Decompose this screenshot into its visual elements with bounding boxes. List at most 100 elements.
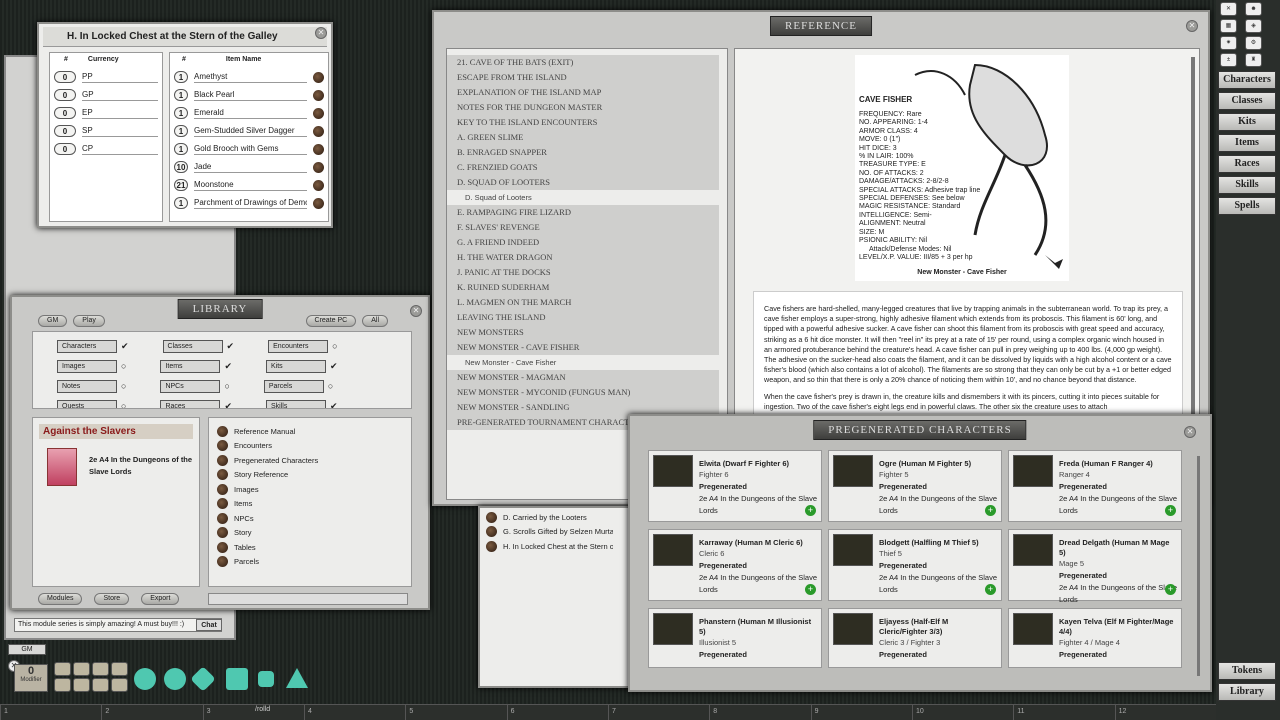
entry-label[interactable]: Parcels — [234, 557, 259, 566]
pregen-card[interactable]: Kayen Telva (Elf M Fighter/Mage 4/4) Figh… — [1008, 608, 1182, 668]
currency-row[interactable]: 0 EP — [54, 104, 158, 122]
sidebar-items[interactable]: Items — [1218, 134, 1276, 152]
parcel-label[interactable]: G. Scrolls Gifted by Selzen Murtan — [503, 527, 613, 536]
add-character-icon[interactable]: + — [985, 505, 996, 516]
library-entry[interactable]: Images — [217, 482, 403, 497]
hotkey-slot[interactable] — [73, 678, 90, 692]
module-cover-icon[interactable] — [47, 448, 77, 486]
effects-icon[interactable]: ♜ — [1245, 53, 1262, 67]
item-row[interactable]: 10 Jade — [174, 158, 324, 176]
entry-label[interactable]: Story — [234, 528, 252, 537]
pregen-card[interactable]: Karraway (Human M Cleric 6) Cleric 6 Prege… — [648, 529, 822, 601]
library-entry[interactable]: Story — [217, 526, 403, 541]
parcel-window[interactable]: D. Carried by the Looters G. Scrolls Gif… — [478, 506, 634, 688]
toc-item[interactable]: J. PANIC AT THE DOCKS — [447, 265, 719, 280]
library-entry[interactable]: Reference Manual — [217, 424, 403, 439]
pregen-card[interactable]: Freda (Human F Ranger 4) Ranger 4 Pregener… — [1008, 450, 1182, 522]
store-button[interactable]: Store — [94, 593, 130, 605]
item-row[interactable]: 1 Emerald — [174, 104, 324, 122]
item-count[interactable]: 10 — [174, 161, 188, 173]
pregen-window[interactable]: PREGENERATED CHARACTERS ✕ Elwita (Dwarf … — [628, 414, 1212, 692]
item-name[interactable]: Amethyst — [194, 72, 307, 83]
entry-label[interactable]: Items — [234, 499, 252, 508]
filter-encounters[interactable]: Encounters — [268, 339, 329, 353]
library-entry[interactable]: Parcels — [217, 555, 403, 570]
toc-item[interactable]: NEW MONSTER - MAGMAN — [447, 370, 719, 385]
toc-item[interactable]: E. RAMPAGING FIRE LIZARD — [447, 205, 719, 220]
filter-characters[interactable]: Characters — [57, 339, 117, 353]
export-button[interactable]: Export — [141, 593, 180, 605]
filter-images[interactable]: Images — [57, 359, 117, 373]
library-search-input[interactable] — [208, 593, 408, 605]
toc-item[interactable]: H. THE WATER DRAGON — [447, 250, 719, 265]
tab-play[interactable]: Play — [73, 315, 105, 327]
item-row[interactable]: 21 Moonstone — [174, 176, 324, 194]
item-count[interactable]: 1 — [174, 143, 188, 155]
sidebar-tokens[interactable]: Tokens — [1218, 662, 1276, 680]
library-entry[interactable]: Encounters — [217, 439, 403, 454]
link-icon[interactable] — [313, 89, 324, 101]
toc-item[interactable]: NEW MONSTER - CAVE FISHER — [447, 340, 719, 355]
toc-item[interactable]: D. SQUAD OF LOOTERS — [447, 175, 719, 190]
all-button[interactable]: All — [362, 315, 388, 327]
toc-item[interactable]: K. RUINED SUDERHAM — [447, 280, 719, 295]
parcel-label[interactable]: D. Carried by the Looters — [503, 513, 587, 522]
currency-amount[interactable]: 0 — [54, 143, 76, 155]
add-character-icon[interactable]: + — [1165, 584, 1176, 595]
toc-item[interactable]: 21. CAVE OF THE BATS (EXIT) — [447, 55, 719, 70]
toc-item[interactable]: KEY TO THE ISLAND ENCOUNTERS — [447, 115, 719, 130]
currency-row[interactable]: 0 SP — [54, 122, 158, 140]
calendar-icon[interactable]: ▦ — [1220, 19, 1237, 33]
close-icon[interactable]: ✕ — [410, 305, 422, 317]
link-icon[interactable] — [313, 125, 324, 137]
add-character-icon[interactable]: + — [805, 584, 816, 595]
toc-item[interactable]: A. GREEN SLIME — [447, 130, 719, 145]
toc-item[interactable]: L. MAGMEN ON THE MARCH — [447, 295, 719, 310]
item-name[interactable]: Gold Brooch with Gems — [194, 144, 307, 155]
item-name[interactable]: Moonstone — [194, 180, 307, 191]
chat-send-button[interactable]: Chat — [196, 619, 222, 631]
filter-races[interactable]: Races — [160, 399, 221, 408]
parcel-item[interactable]: D. Carried by the Looters — [486, 510, 626, 525]
filter-skills[interactable]: Skills — [265, 399, 326, 408]
hotkey-slot[interactable] — [73, 662, 90, 676]
hotkey-slot[interactable]: 1 — [0, 705, 101, 720]
hotkey-slot[interactable] — [54, 662, 71, 676]
pregen-card[interactable]: Blodgett (Halfling M Thief 5) Thief 5 Preg… — [828, 529, 1002, 601]
toc-item[interactable]: F. SLAVES' REVENGE — [447, 220, 719, 235]
link-icon[interactable] — [313, 179, 324, 191]
item-name[interactable]: Emerald — [194, 108, 307, 119]
filter-parcels[interactable]: Parcels — [263, 379, 324, 393]
toc-item[interactable]: NEW MONSTER - SANDLING — [447, 400, 719, 415]
light-icon[interactable]: ✷ — [1220, 36, 1237, 50]
create-pc-button[interactable]: Create PC — [305, 315, 357, 327]
toc-item[interactable]: ESCAPE FROM THE ISLAND — [447, 70, 719, 85]
pregen-card[interactable]: Eljayess (Half-Elf M Cleric/Fighter 3/3)… — [828, 608, 1002, 668]
hotkey-slot[interactable]: 4 — [303, 705, 405, 720]
toc-item[interactable]: LEAVING THE ISLAND — [447, 310, 719, 325]
currency-row[interactable]: 0 PP — [54, 68, 158, 86]
gm-identity[interactable]: GM — [8, 644, 46, 655]
hotkey-slot[interactable]: 9 — [810, 705, 912, 720]
item-row[interactable]: 1 Parchment of Drawings of Demons — [174, 194, 324, 212]
toc-item[interactable]: NEW MONSTER - MYCONID (FUNGUS MAN) — [447, 385, 719, 400]
add-character-icon[interactable]: + — [1165, 505, 1176, 516]
filter-classes[interactable]: Classes — [162, 339, 223, 353]
entry-label[interactable]: Tables — [234, 543, 256, 552]
hotkey-slot[interactable] — [111, 678, 128, 692]
currency-amount[interactable]: 0 — [54, 107, 76, 119]
d8-die-icon[interactable] — [226, 668, 248, 690]
link-icon[interactable] — [313, 143, 324, 155]
library-window[interactable]: LIBRARY ✕ GM Play Create PC All Characte… — [10, 295, 430, 610]
currency-amount[interactable]: 0 — [54, 89, 76, 101]
sidebar-skills[interactable]: Skills — [1218, 176, 1276, 194]
toc-item[interactable]: NEW MONSTERS — [447, 325, 719, 340]
library-entry[interactable]: Story Reference — [217, 468, 403, 483]
hotkey-slot[interactable]: 12 — [1114, 705, 1216, 720]
pregen-card[interactable]: Dread Delgath (Human M Mage 5) Mage 5 Preg… — [1008, 529, 1182, 604]
users-icon[interactable]: ☻ — [1245, 2, 1262, 16]
close-icon[interactable]: ✕ — [1184, 426, 1196, 438]
pregen-card[interactable]: Ogre (Human M Fighter 5) Fighter 5 Pregene… — [828, 450, 1002, 522]
modifier-icon[interactable]: ± — [1220, 53, 1237, 67]
library-entry[interactable]: Pregenerated Characters — [217, 453, 403, 468]
